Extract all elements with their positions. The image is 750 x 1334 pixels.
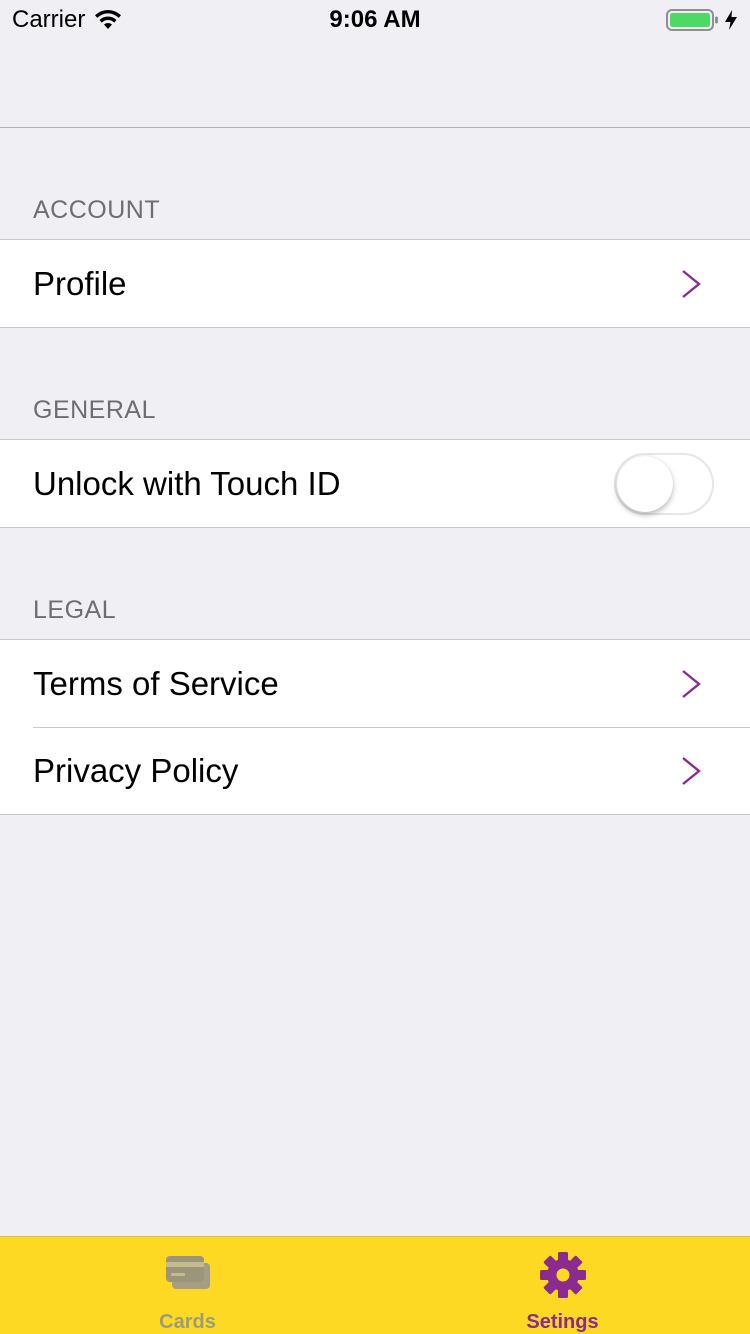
battery-icon [666, 9, 718, 31]
general-group: Unlock with Touch ID [0, 439, 750, 528]
chevron-right-icon [682, 669, 701, 698]
status-bar: Carrier [0, 0, 750, 40]
touch-id-label: Unlock with Touch ID [33, 464, 341, 502]
settings-screen: Carrier 9:06 AM ACCOUNT Profile GENERAL … [0, 0, 750, 1334]
tab-settings[interactable]: Setings [375, 1237, 750, 1334]
gear-icon [539, 1252, 586, 1298]
privacy-policy-label: Privacy Policy [33, 751, 239, 789]
account-group: Profile [0, 239, 750, 328]
section-header-general: GENERAL [33, 396, 156, 424]
navigation-bar [0, 40, 750, 128]
wifi-icon [95, 9, 122, 29]
touch-id-row: Unlock with Touch ID [0, 440, 750, 527]
section-header-legal: LEGAL [33, 596, 117, 624]
chevron-right-icon [682, 756, 701, 785]
toggle-knob [617, 455, 673, 512]
terms-of-service-label: Terms of Service [33, 664, 279, 702]
profile-row[interactable]: Profile [0, 240, 750, 327]
status-left: Carrier [12, 6, 123, 34]
section-header-account: ACCOUNT [33, 196, 161, 224]
tab-settings-label: Setings [526, 1311, 599, 1333]
terms-of-service-row[interactable]: Terms of Service [0, 640, 750, 727]
charging-bolt-icon [725, 10, 737, 30]
tab-bar: Cards Setings [0, 1236, 750, 1334]
legal-group: Terms of Service Privacy Policy [0, 639, 750, 815]
profile-label: Profile [33, 264, 127, 302]
touch-id-toggle[interactable] [614, 452, 714, 515]
status-right [666, 8, 738, 32]
tab-cards[interactable]: Cards [0, 1237, 375, 1334]
privacy-policy-row[interactable]: Privacy Policy [0, 727, 750, 814]
carrier-label: Carrier [12, 6, 86, 33]
credit-card-icon [165, 1256, 210, 1289]
tab-cards-label: Cards [159, 1311, 216, 1333]
chevron-right-icon [682, 269, 701, 298]
